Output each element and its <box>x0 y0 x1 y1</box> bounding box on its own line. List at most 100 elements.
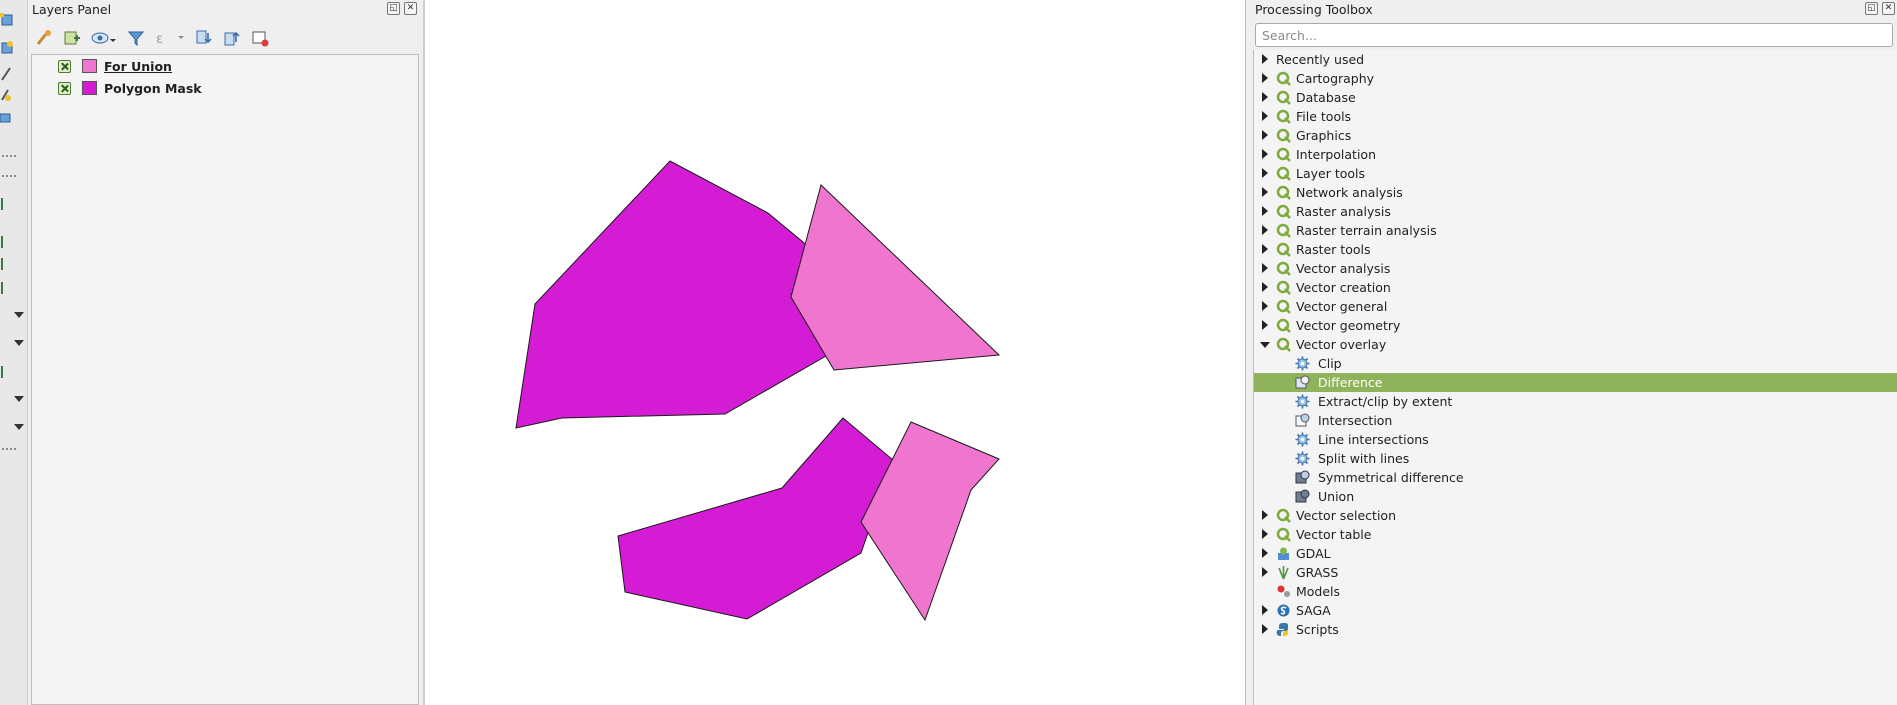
remove-layer-icon <box>252 31 269 47</box>
expand-arrow-icon[interactable] <box>1262 567 1268 577</box>
algorithm-tree: Recently used Cartography Database File … <box>1253 50 1897 705</box>
tree-group-file-tools[interactable]: File tools <box>1254 107 1897 126</box>
qgis-window: Layers Panel ◱ ✕ ε For Union Polygon Mas… <box>0 0 1897 705</box>
dropdown-arrow-icon[interactable] <box>14 424 24 430</box>
tree-group-database[interactable]: Database <box>1254 88 1897 107</box>
algorithm-split-with-lines[interactable]: Split with lines <box>1254 449 1897 468</box>
filter-expression-button[interactable]: ε <box>153 27 187 49</box>
expand-arrow-icon[interactable] <box>1262 548 1268 558</box>
expand-arrow-icon[interactable] <box>1262 320 1268 330</box>
expand-arrow-icon[interactable] <box>1262 244 1268 254</box>
models-icon <box>1277 585 1290 597</box>
tree-group-grass[interactable]: GRASS <box>1254 563 1897 582</box>
layer-visibility-checkbox[interactable] <box>58 59 71 73</box>
polygon-mask-feature-2[interactable] <box>617 417 894 620</box>
tree-group-vector-table[interactable]: Vector table <box>1254 525 1897 544</box>
tree-label: Vector selection <box>1296 508 1396 523</box>
gear-icon <box>1295 451 1310 466</box>
expand-arrow-icon[interactable] <box>1262 54 1268 64</box>
filter-legend-button[interactable] <box>125 27 147 49</box>
toolbox-search-input[interactable] <box>1255 23 1893 47</box>
qgis-icon <box>1276 318 1291 333</box>
algorithm-intersection[interactable]: Intersection <box>1254 411 1897 430</box>
tree-group-raster-tools[interactable]: Raster tools <box>1254 240 1897 259</box>
edit-line-icon[interactable] <box>0 64 24 84</box>
algorithm-symmetrical-difference[interactable]: Symmetrical difference <box>1254 468 1897 487</box>
tree-group-network-analysis[interactable]: Network analysis <box>1254 183 1897 202</box>
tree-group-scripts[interactable]: Scripts <box>1254 620 1897 639</box>
tree-label: Vector geometry <box>1296 318 1401 333</box>
float-panel-icon[interactable]: ◱ <box>1865 2 1878 15</box>
expand-arrow-icon[interactable] <box>1262 510 1268 520</box>
rotate-tool-icon[interactable] <box>0 362 24 382</box>
tree-group-layer-tools[interactable]: Layer tools <box>1254 164 1897 183</box>
collapse-all-button[interactable] <box>221 27 243 49</box>
expand-arrow-icon[interactable] <box>1262 282 1268 292</box>
offset-tool-icon[interactable] <box>0 278 24 298</box>
reshape-tool-icon[interactable] <box>0 254 24 274</box>
tree-group-vector-analysis[interactable]: Vector analysis <box>1254 259 1897 278</box>
manage-visibility-button[interactable] <box>89 27 119 49</box>
expand-arrow-icon[interactable] <box>1262 73 1268 83</box>
algorithm-line-intersections[interactable]: Line intersections <box>1254 430 1897 449</box>
layers-toolbar: ε <box>33 26 271 50</box>
tree-group-recently-used[interactable]: Recently used <box>1254 50 1897 69</box>
style-manager-button[interactable] <box>33 27 55 49</box>
close-panel-icon[interactable]: ✕ <box>404 2 417 15</box>
tree-group-gdal[interactable]: GDAL <box>1254 544 1897 563</box>
tree-group-cartography[interactable]: Cartography <box>1254 69 1897 88</box>
tree-group-saga[interactable]: SAGA <box>1254 601 1897 620</box>
layer-visibility-checkbox[interactable] <box>58 81 71 95</box>
expand-all-button[interactable] <box>193 27 215 49</box>
split-tool-icon[interactable] <box>0 232 24 252</box>
tree-group-vector-selection[interactable]: Vector selection <box>1254 506 1897 525</box>
expand-arrow-icon[interactable] <box>1262 149 1268 159</box>
tree-group-vector-general[interactable]: Vector general <box>1254 297 1897 316</box>
expand-arrow-icon[interactable] <box>1262 263 1268 273</box>
expand-arrow-icon[interactable] <box>1262 187 1268 197</box>
algorithm-extract-clip-by-extent[interactable]: Extract/clip by extent <box>1254 392 1897 411</box>
algorithm-union[interactable]: Union <box>1254 487 1897 506</box>
dropdown-arrow-icon[interactable] <box>14 312 24 318</box>
remove-layer-button[interactable] <box>249 27 271 49</box>
expand-arrow-icon[interactable] <box>1262 130 1268 140</box>
algorithm-clip[interactable]: Clip <box>1254 354 1897 373</box>
tree-group-vector-geometry[interactable]: Vector geometry <box>1254 316 1897 335</box>
float-panel-icon[interactable]: ◱ <box>387 2 400 15</box>
tree-group-interpolation[interactable]: Interpolation <box>1254 145 1897 164</box>
polygon-mask-feature-1[interactable] <box>515 160 834 429</box>
add-layer-icon[interactable] <box>0 10 24 30</box>
dropdown-arrow-icon[interactable] <box>14 396 24 402</box>
tree-group-raster-terrain-analysis[interactable]: Raster terrain analysis <box>1254 221 1897 240</box>
map-canvas[interactable] <box>425 0 1246 705</box>
expand-arrow-icon[interactable] <box>1262 624 1268 634</box>
expand-arrow-icon[interactable] <box>1262 111 1268 121</box>
union-feature-1[interactable] <box>790 184 1001 371</box>
expand-arrow-icon[interactable] <box>1262 168 1268 178</box>
node-tool-icon[interactable] <box>0 194 24 214</box>
expand-arrow-icon[interactable] <box>1262 225 1268 235</box>
qgis-icon <box>1276 90 1291 105</box>
close-panel-icon[interactable]: ✕ <box>1882 2 1895 15</box>
expand-arrow-icon[interactable] <box>1262 605 1268 615</box>
add-group-button[interactable] <box>61 27 83 49</box>
eye-icon <box>91 32 116 44</box>
expand-arrow-icon[interactable] <box>1262 206 1268 216</box>
vertex-tool-icon[interactable] <box>0 86 24 106</box>
expand-arrow-icon[interactable] <box>1262 529 1268 539</box>
algorithm-difference[interactable]: Difference <box>1254 373 1897 392</box>
move-feature-icon[interactable] <box>0 108 24 128</box>
expand-arrow-icon[interactable] <box>1262 301 1268 311</box>
tree-group-models[interactable]: Models <box>1254 582 1897 601</box>
tree-group-vector-overlay[interactable]: Vector overlay <box>1254 335 1897 354</box>
qgis-icon <box>1276 185 1291 200</box>
add-feature-icon[interactable] <box>0 38 24 58</box>
grass-icon <box>1278 566 1289 580</box>
collapse-arrow-icon[interactable] <box>1260 342 1270 348</box>
tree-group-vector-creation[interactable]: Vector creation <box>1254 278 1897 297</box>
dropdown-arrow-icon[interactable] <box>14 340 24 346</box>
tree-group-graphics[interactable]: Graphics <box>1254 126 1897 145</box>
layer-color-swatch <box>82 81 97 95</box>
expand-arrow-icon[interactable] <box>1262 92 1268 102</box>
tree-group-raster-analysis[interactable]: Raster analysis <box>1254 202 1897 221</box>
